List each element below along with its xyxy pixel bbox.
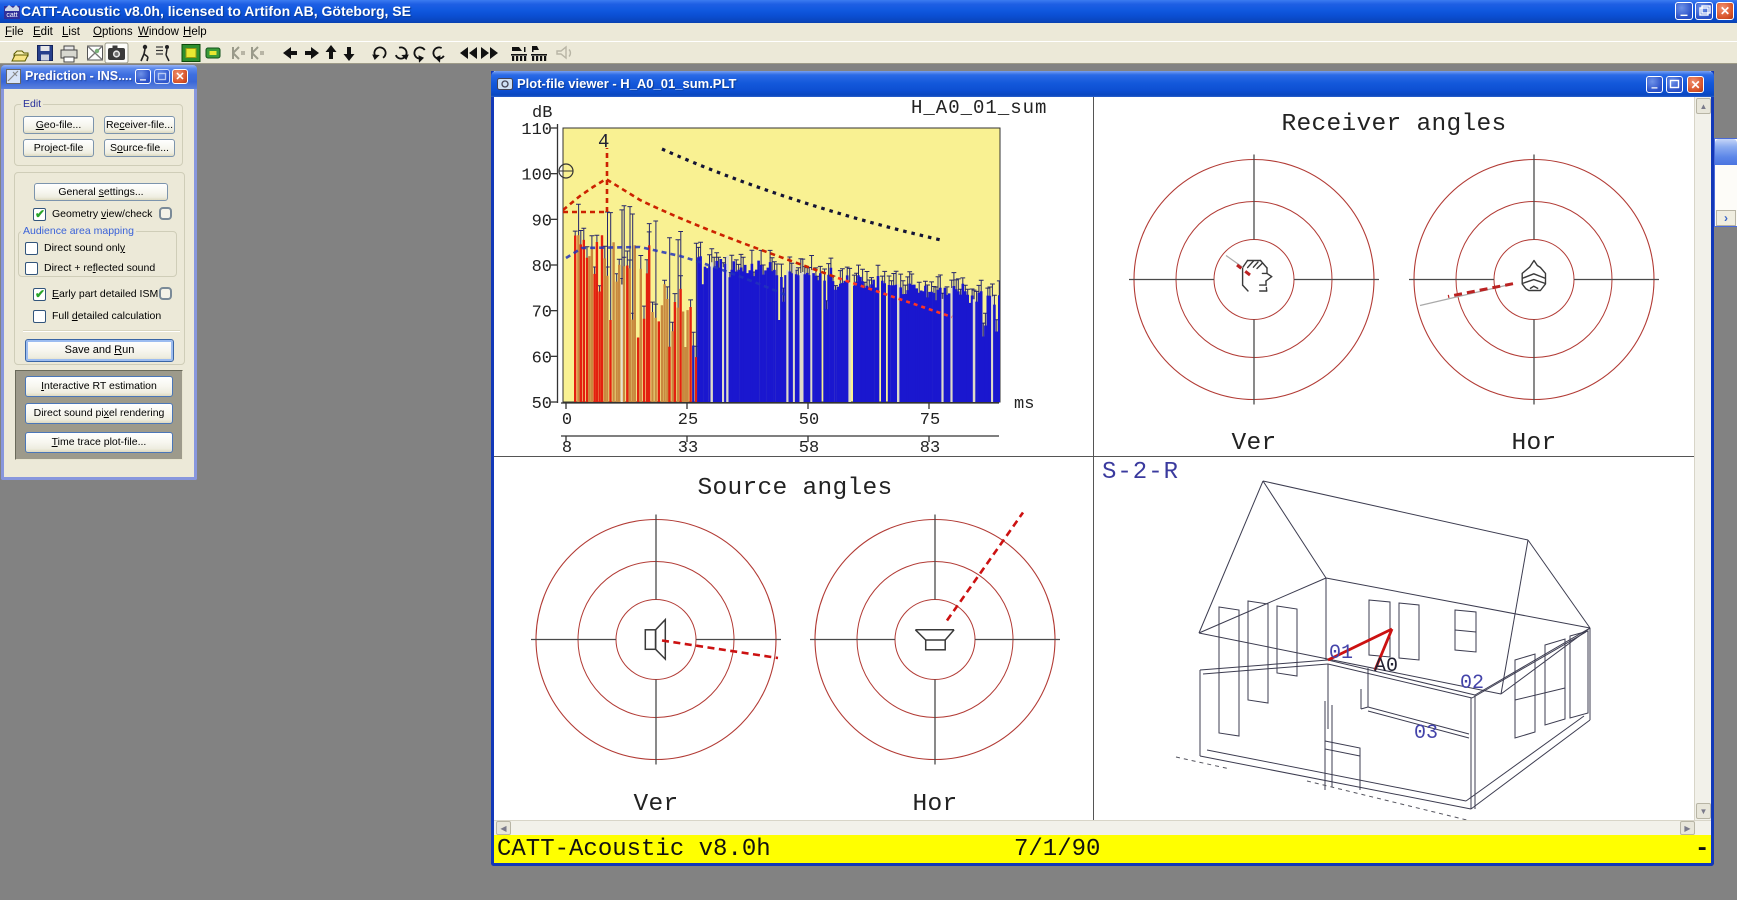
svg-text:50: 50: [799, 411, 819, 430]
svg-text:A0: A0: [1374, 655, 1398, 678]
svg-text:25: 25: [678, 411, 698, 430]
svg-text:Source angles: Source angles: [697, 475, 892, 502]
svg-text:60: 60: [532, 349, 552, 368]
svg-text:S-2-R: S-2-R: [1102, 459, 1179, 486]
svg-text:Ver: Ver: [633, 791, 678, 818]
svg-text:50: 50: [532, 395, 552, 414]
svg-text:58: 58: [799, 439, 819, 456]
svg-text:70: 70: [532, 304, 552, 323]
svg-text:Ver: Ver: [1231, 430, 1276, 456]
svg-text:100: 100: [521, 167, 552, 186]
svg-text:4: 4: [598, 131, 609, 153]
svg-text:Receiver angles: Receiver angles: [1281, 111, 1506, 138]
svg-text:75: 75: [920, 411, 940, 430]
svg-text:8: 8: [562, 439, 572, 456]
svg-text:33: 33: [678, 439, 698, 456]
svg-text:83: 83: [920, 439, 940, 456]
svg-text:02: 02: [1460, 672, 1484, 695]
svg-text:110: 110: [521, 121, 552, 140]
svg-text:0: 0: [562, 411, 572, 430]
svg-text:ms: ms: [1014, 395, 1034, 414]
svg-text:90: 90: [532, 212, 552, 231]
svg-text:Hor: Hor: [912, 791, 957, 818]
svg-text:H_A0_01_sum: H_A0_01_sum: [911, 97, 1047, 119]
svg-text:Hor: Hor: [1511, 430, 1556, 456]
svg-text:80: 80: [532, 258, 552, 277]
svg-text:catt: catt: [6, 12, 17, 19]
svg-text:dB: dB: [532, 104, 552, 123]
svg-text:01: 01: [1329, 642, 1353, 665]
svg-text:03: 03: [1414, 722, 1438, 745]
